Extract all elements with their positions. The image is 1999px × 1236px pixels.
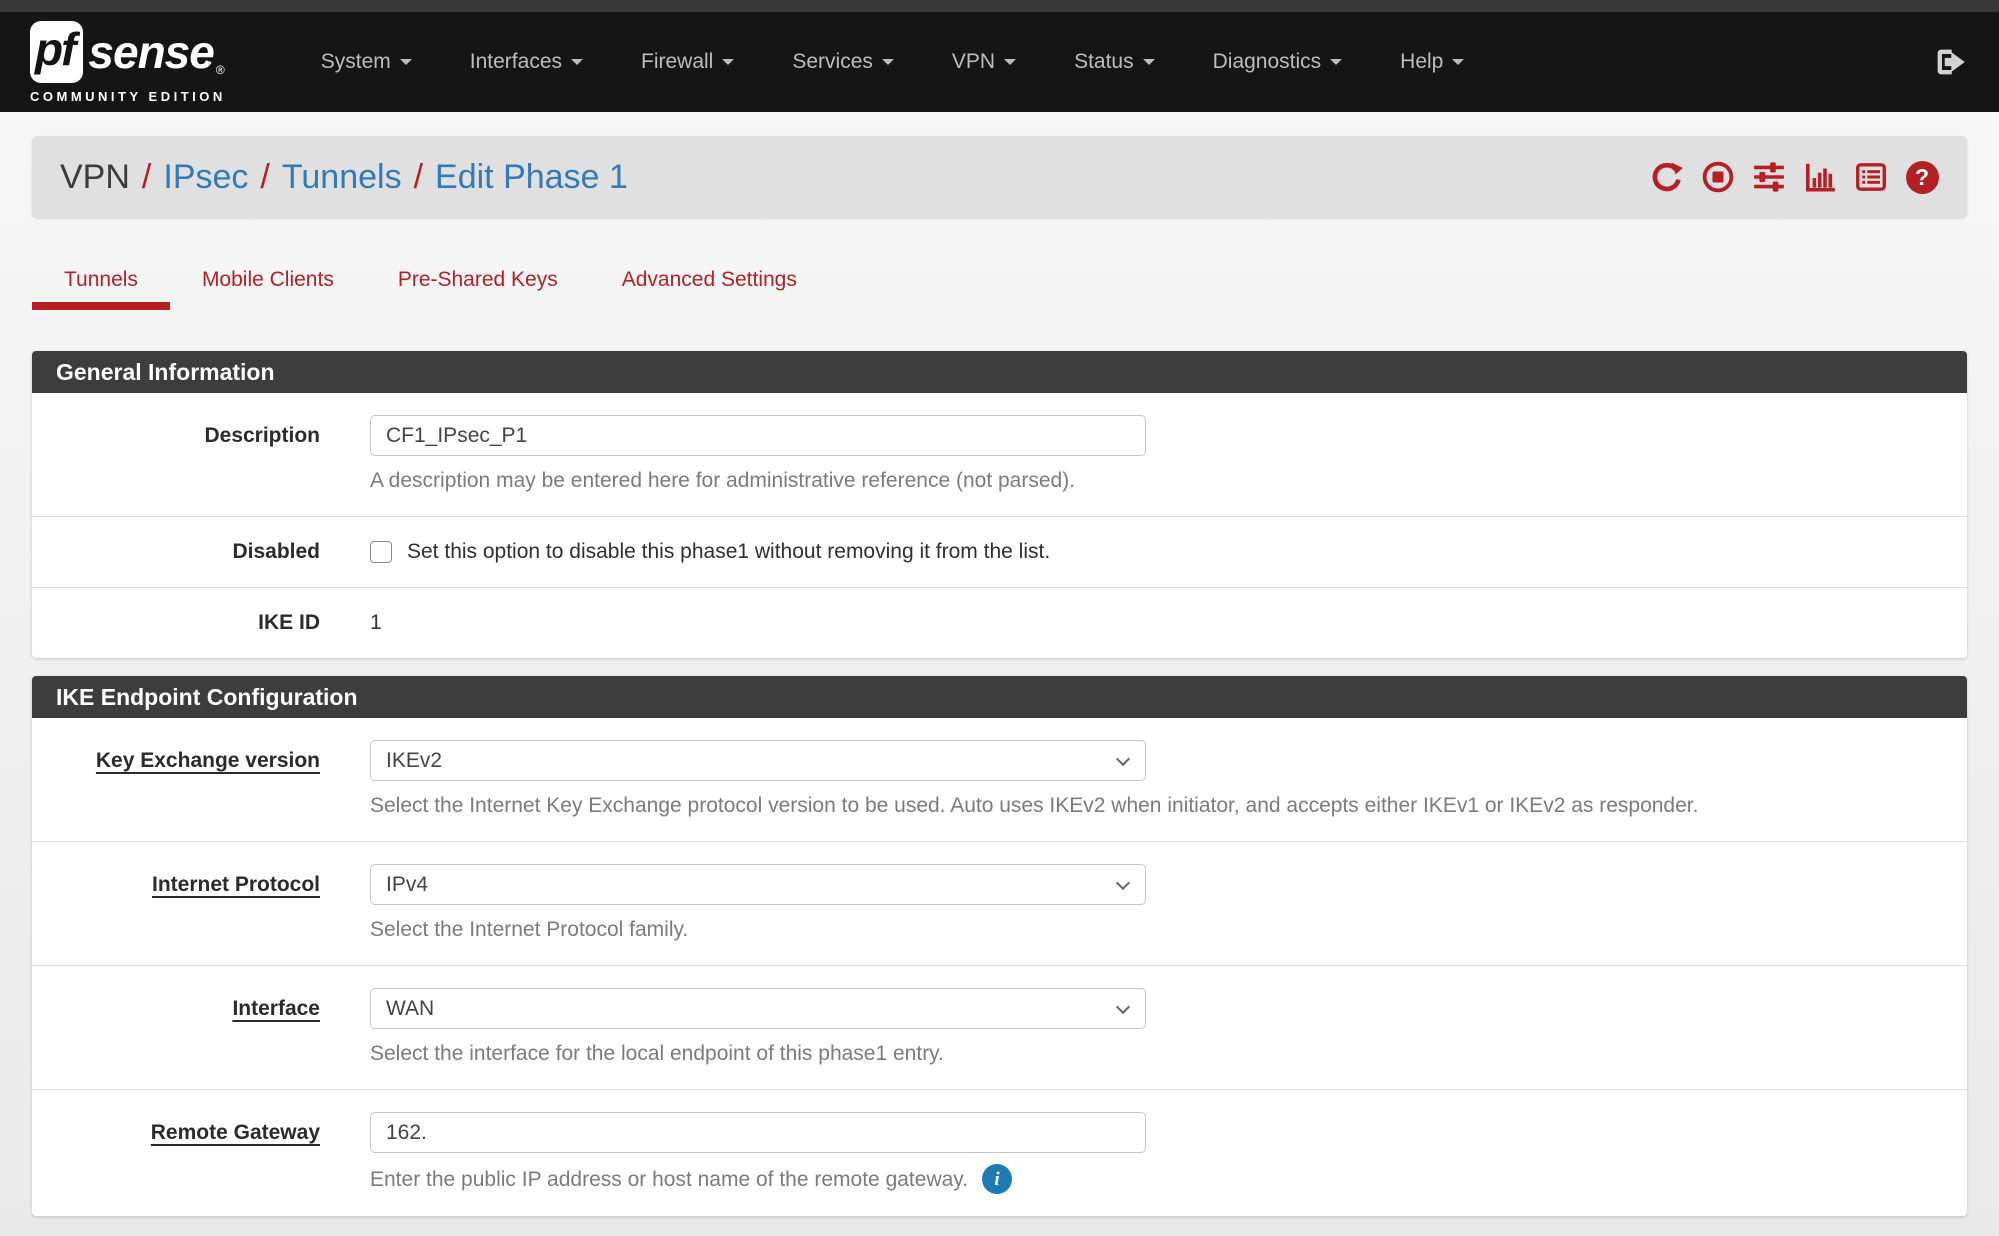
key-exchange-row: Key Exchange version IKEv2 Select the In…: [32, 718, 1967, 841]
caret-down-icon: [571, 59, 583, 65]
disabled-label: Disabled: [32, 539, 320, 565]
breadcrumb-bar: VPN / IPsec / Tunnels / Edit Phase 1: [32, 136, 1967, 218]
logo-pf-mark: pf: [30, 21, 83, 83]
breadcrumb-link-edit-phase1[interactable]: Edit Phase 1: [435, 158, 628, 197]
internet-protocol-help: Select the Internet Protocol family.: [370, 916, 1939, 943]
logo-edition-text: COMMUNITY EDITION: [30, 89, 226, 104]
caret-down-icon: [722, 59, 734, 65]
nav-menu: System Interfaces Firewall Services VPN …: [321, 50, 1465, 74]
description-row: Description A description may be entered…: [32, 393, 1967, 516]
nav-item-vpn[interactable]: VPN: [952, 50, 1016, 74]
breadcrumb-separator: /: [260, 158, 269, 197]
disabled-checkbox-label: Set this option to disable this phase1 w…: [407, 539, 1050, 565]
ike-id-value: 1: [370, 610, 1939, 636]
nav-item-diagnostics[interactable]: Diagnostics: [1213, 50, 1343, 74]
breadcrumb-link-ipsec[interactable]: IPsec: [163, 158, 248, 197]
interface-row: Interface WAN Select the interface for t…: [32, 965, 1967, 1089]
nav-item-label: Services: [792, 50, 873, 74]
breadcrumb-root: VPN: [60, 158, 130, 197]
tab-advanced-settings[interactable]: Advanced Settings: [590, 254, 829, 310]
logo-sense-text: sense: [88, 25, 213, 79]
ike-id-row: IKE ID 1: [32, 587, 1967, 658]
page-action-icons: ?: [1650, 160, 1939, 194]
tab-tunnels[interactable]: Tunnels: [32, 254, 170, 310]
caret-down-icon: [1452, 59, 1464, 65]
nav-item-firewall[interactable]: Firewall: [641, 50, 734, 74]
key-exchange-label: Key Exchange version: [32, 740, 320, 819]
interface-select[interactable]: WAN: [370, 988, 1146, 1029]
caret-down-icon: [400, 59, 412, 65]
nav-item-label: VPN: [952, 50, 995, 74]
internet-protocol-row: Internet Protocol IPv4 Select the Intern…: [32, 841, 1967, 965]
nav-item-label: Firewall: [641, 50, 713, 74]
caret-down-icon: [882, 59, 894, 65]
stop-icon[interactable]: [1701, 160, 1735, 194]
caret-down-icon: [1330, 59, 1342, 65]
caret-down-icon: [1143, 59, 1155, 65]
remote-gateway-help: Enter the public IP address or host name…: [370, 1166, 968, 1193]
remote-gateway-row: Remote Gateway Enter the public IP addre…: [32, 1089, 1967, 1216]
breadcrumb-separator: /: [414, 158, 423, 197]
nav-item-interfaces[interactable]: Interfaces: [470, 50, 583, 74]
disabled-row: Disabled Set this option to disable this…: [32, 516, 1967, 587]
remote-gateway-label: Remote Gateway: [32, 1112, 320, 1194]
main-navbar: pf sense ® COMMUNITY EDITION System Inte…: [0, 12, 1999, 112]
help-icon-glyph: ?: [1906, 161, 1939, 194]
panel-title: IKE Endpoint Configuration: [32, 676, 1967, 718]
description-input[interactable]: [370, 415, 1146, 456]
panel-title: General Information: [32, 351, 1967, 393]
chart-bar-icon[interactable]: [1803, 160, 1837, 194]
subnav-tabs: Tunnels Mobile Clients Pre-Shared Keys A…: [32, 254, 1967, 310]
registered-mark: ®: [216, 63, 225, 77]
nav-item-help[interactable]: Help: [1400, 50, 1464, 74]
pfsense-logo[interactable]: pf sense ® COMMUNITY EDITION: [30, 21, 226, 104]
tab-mobile-clients[interactable]: Mobile Clients: [170, 254, 366, 310]
window-top-strip: [0, 0, 1999, 12]
sliders-icon[interactable]: [1752, 160, 1786, 194]
ike-id-label: IKE ID: [32, 610, 320, 636]
key-exchange-select[interactable]: IKEv2: [370, 740, 1146, 781]
nav-item-status[interactable]: Status: [1074, 50, 1155, 74]
list-log-icon[interactable]: [1854, 160, 1888, 194]
internet-protocol-select[interactable]: IPv4: [370, 864, 1146, 905]
interface-help: Select the interface for the local endpo…: [370, 1040, 1939, 1067]
breadcrumb-link-tunnels[interactable]: Tunnels: [282, 158, 402, 197]
nav-item-label: Help: [1400, 50, 1443, 74]
tab-pre-shared-keys[interactable]: Pre-Shared Keys: [366, 254, 590, 310]
nav-item-label: Interfaces: [470, 50, 562, 74]
info-icon[interactable]: i: [982, 1164, 1012, 1194]
remote-gateway-input[interactable]: [370, 1112, 1146, 1153]
ike-endpoint-panel: IKE Endpoint Configuration Key Exchange …: [32, 676, 1967, 1216]
breadcrumb-separator: /: [142, 158, 151, 197]
nav-item-label: Diagnostics: [1213, 50, 1322, 74]
disabled-checkbox[interactable]: [370, 541, 392, 563]
interface-label: Interface: [32, 988, 320, 1067]
description-help: A description may be entered here for ad…: [370, 467, 1939, 494]
key-exchange-help: Select the Internet Key Exchange protoco…: [370, 792, 1939, 819]
internet-protocol-label: Internet Protocol: [32, 864, 320, 943]
general-information-panel: General Information Description A descri…: [32, 351, 1967, 658]
refresh-icon[interactable]: [1650, 160, 1684, 194]
breadcrumb: VPN / IPsec / Tunnels / Edit Phase 1: [60, 158, 628, 197]
caret-down-icon: [1004, 59, 1016, 65]
sign-out-icon[interactable]: [1933, 46, 1969, 78]
nav-item-services[interactable]: Services: [792, 50, 894, 74]
description-label: Description: [32, 415, 320, 494]
nav-item-label: System: [321, 50, 391, 74]
help-icon[interactable]: ?: [1905, 160, 1939, 194]
nav-item-system[interactable]: System: [321, 50, 412, 74]
nav-item-label: Status: [1074, 50, 1134, 74]
